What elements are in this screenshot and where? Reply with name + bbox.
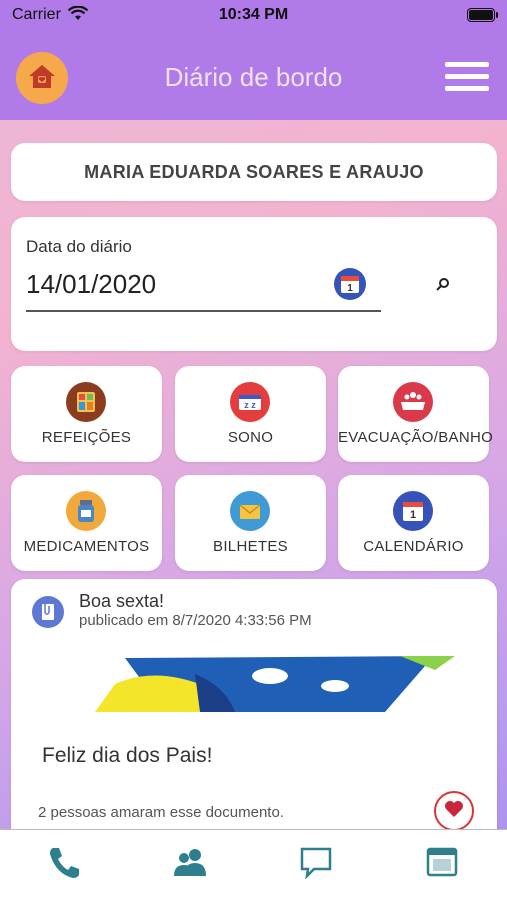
date-underline	[26, 310, 381, 312]
svg-text:z z: z z	[244, 400, 256, 410]
battery-icon	[467, 8, 498, 22]
tile-label: BILHETES	[213, 538, 288, 555]
tile-notes[interactable]: BILHETES	[175, 475, 326, 571]
post-date: publicado em 8/7/2020 4:33:56 PM	[79, 612, 312, 629]
browser-icon	[425, 846, 459, 883]
tile-label: CALENDÁRIO	[363, 538, 464, 555]
tile-label: EVACUAÇÃO/BANHO	[338, 429, 494, 446]
app-header: Diário de bordo	[0, 32, 507, 120]
page-title: Diário de bordo	[164, 62, 343, 92]
tab-phone[interactable]	[44, 844, 84, 884]
tile-sleep[interactable]: z z SONO	[175, 366, 326, 462]
post-likes-count: 2 pessoas amaram esse documento.	[38, 804, 284, 821]
chat-icon	[298, 845, 334, 884]
bath-icon	[393, 382, 433, 422]
date-field[interactable]: 14/01/2020	[26, 269, 156, 300]
tab-browser[interactable]	[422, 844, 462, 884]
calendar-icon: 1	[393, 491, 433, 531]
heart-icon	[444, 800, 464, 823]
tab-contacts[interactable]	[170, 844, 210, 884]
search-icon[interactable]	[435, 277, 451, 298]
phone-icon	[46, 844, 82, 885]
tile-calendar[interactable]: 1 CALENDÁRIO	[338, 475, 489, 571]
medicine-icon	[66, 491, 106, 531]
tile-medicine[interactable]: MEDICAMENTOS	[11, 475, 162, 571]
meals-icon	[66, 382, 106, 422]
tile-meals[interactable]: REFEIÇÕES	[11, 366, 162, 462]
sleep-icon: z z	[230, 382, 270, 422]
tile-bath[interactable]: EVACUAÇÃO/BANHO	[338, 366, 494, 462]
tab-chat[interactable]	[296, 844, 336, 884]
post-text: Feliz dia dos Pais!	[42, 744, 213, 767]
contacts-icon	[172, 846, 208, 883]
post-title: Boa sexta!	[79, 591, 165, 611]
post-card[interactable]: Boa sexta! publicado em 8/7/2020 4:33:56…	[11, 579, 497, 849]
clock: 10:34 PM	[218, 6, 289, 23]
student-card[interactable]: MARIA EDUARDA SOARES E ARAUJO	[11, 143, 497, 201]
hamburger-line	[445, 86, 489, 91]
mail-icon	[230, 491, 270, 531]
hamburger-line	[445, 62, 489, 67]
tile-label: SONO	[227, 429, 274, 446]
post-image[interactable]	[95, 656, 455, 712]
hamburger-line	[445, 74, 489, 79]
svg-text:1: 1	[347, 283, 353, 294]
status-bar: Carrier 10:34 PM	[0, 0, 507, 32]
menu-button[interactable]	[445, 62, 489, 94]
date-label: Data do diário	[26, 237, 132, 256]
student-name: MARIA EDUARDA SOARES E ARAUJO	[84, 162, 424, 182]
svg-text:1: 1	[410, 509, 416, 521]
document-icon	[32, 596, 64, 628]
tile-label: MEDICAMENTOS	[23, 538, 150, 555]
date-picker-calendar-icon[interactable]: 1	[333, 267, 367, 306]
tab-bar	[0, 829, 507, 900]
date-card: Data do diário 14/01/2020 1	[11, 217, 497, 351]
tile-label: REFEIÇÕES	[41, 429, 132, 446]
like-button[interactable]	[434, 791, 474, 831]
